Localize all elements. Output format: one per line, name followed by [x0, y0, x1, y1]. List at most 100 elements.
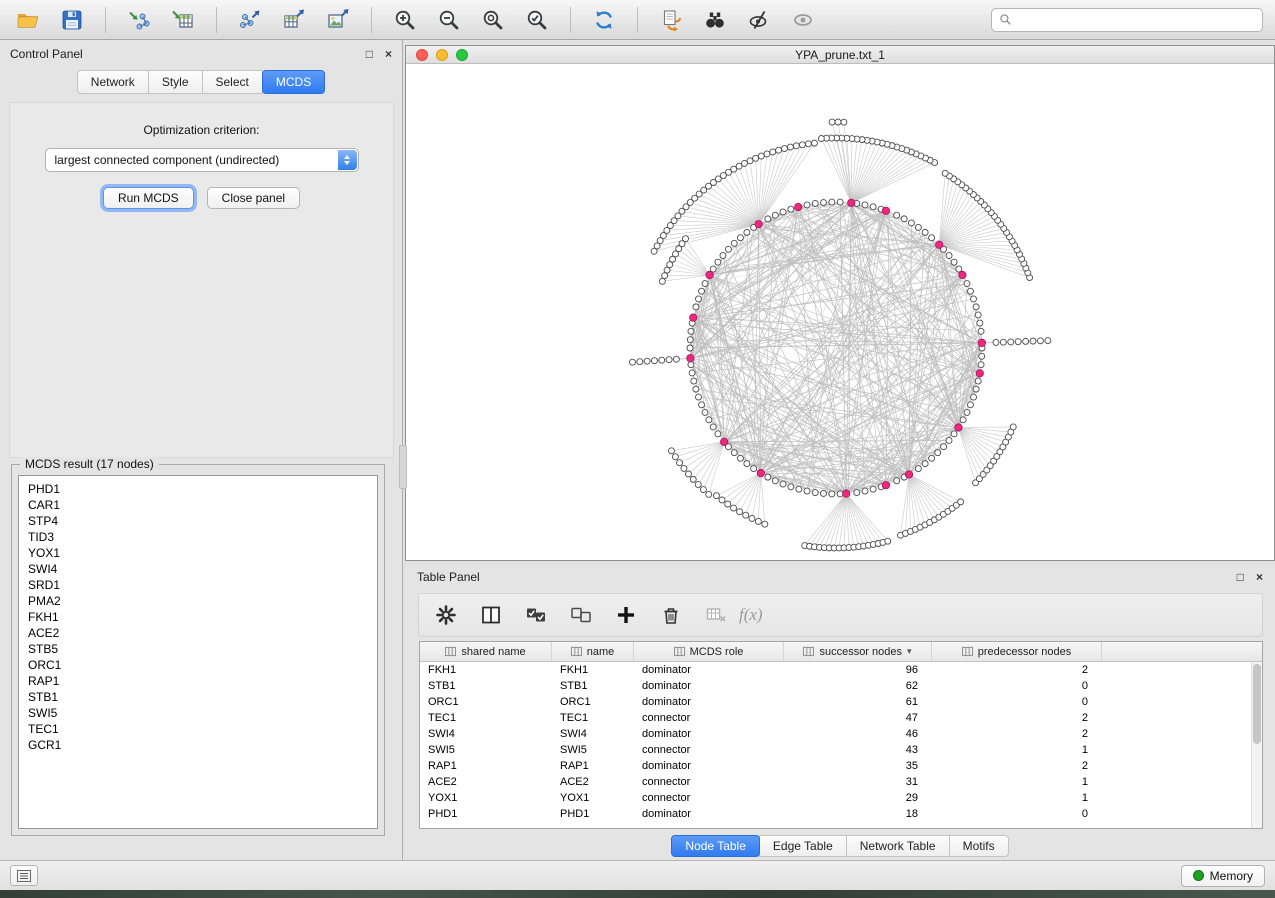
tab-node-table[interactable]: Node Table [671, 835, 760, 857]
panel-splitter-handle[interactable] [399, 445, 407, 489]
table-row[interactable]: RAP1RAP1dominator352 [420, 758, 1262, 774]
tab-select[interactable]: Select [202, 70, 263, 94]
table-row[interactable]: ACE2ACE2connector311 [420, 774, 1262, 790]
mcds-result-list[interactable]: PHD1CAR1STP4TID3YOX1SWI4SRD1PMA2FKH1ACE2… [18, 475, 378, 829]
export-network-button[interactable] [234, 4, 266, 36]
tab-network[interactable]: Network [77, 70, 149, 94]
float-panel-icon[interactable]: □ [1237, 571, 1244, 583]
table-settings-button[interactable] [431, 600, 461, 630]
apply-layout-button[interactable] [588, 4, 620, 36]
zoom-out-button[interactable] [433, 4, 465, 36]
table-cell: SWI4 [420, 728, 552, 740]
mcds-result-item[interactable]: GCR1 [19, 737, 377, 753]
table-row[interactable]: SWI5SWI5connector431 [420, 742, 1262, 758]
optimization-criterion-label: Optimization criterion: [10, 123, 393, 137]
tab-edge-table[interactable]: Edge Table [759, 835, 847, 857]
table-cell: dominator [634, 664, 784, 676]
mcds-result-item[interactable]: STB5 [19, 641, 377, 657]
table-scrollbar[interactable] [1251, 662, 1262, 828]
zoom-in-button[interactable] [389, 4, 421, 36]
mcds-result-item[interactable]: ORC1 [19, 657, 377, 673]
column-header-successor-nodes[interactable]: successor nodes▾ [784, 642, 932, 661]
import-table-button[interactable] [167, 4, 199, 36]
network-view[interactable] [406, 65, 1274, 560]
tab-mcds[interactable]: MCDS [262, 70, 325, 94]
visual-properties-button[interactable] [743, 4, 775, 36]
column-header-name[interactable]: name [552, 642, 634, 661]
function-builder-button[interactable]: f(x) [739, 605, 763, 625]
export-table-button[interactable] [278, 4, 310, 36]
close-panel-icon[interactable]: × [385, 48, 392, 60]
mcds-result-item[interactable]: ACE2 [19, 625, 377, 641]
table-cell: 2 [932, 664, 1102, 676]
table-row[interactable]: YOX1YOX1connector291 [420, 790, 1262, 806]
mcds-result-item[interactable]: TEC1 [19, 721, 377, 737]
zoom-fit-button[interactable] [477, 4, 509, 36]
export-image-button[interactable] [322, 4, 354, 36]
search-input[interactable] [1018, 13, 1255, 27]
mcds-result-item[interactable]: STP4 [19, 513, 377, 529]
mcds-result-item[interactable]: PMA2 [19, 593, 377, 609]
table-cell: 1 [932, 792, 1102, 804]
search-network-button[interactable] [699, 4, 731, 36]
table-cell: connector [634, 792, 784, 804]
open-file-button[interactable] [12, 4, 44, 36]
window-minimize-button[interactable] [436, 49, 448, 61]
delete-columns-button[interactable] [656, 600, 686, 630]
column-header-MCDS-role[interactable]: MCDS role [634, 642, 784, 661]
column-header-shared-name[interactable]: shared name [420, 642, 552, 661]
table-row[interactable]: TEC1TEC1connector472 [420, 710, 1262, 726]
mcds-result-item[interactable]: FKH1 [19, 609, 377, 625]
scrollbar-thumb[interactable] [1253, 664, 1261, 744]
tab-network-table[interactable]: Network Table [846, 835, 950, 857]
table-row[interactable]: PHD1PHD1dominator180 [420, 806, 1262, 822]
table-row[interactable]: ORC1ORC1dominator610 [420, 694, 1262, 710]
create-column-button[interactable] [611, 600, 641, 630]
table-cell: 43 [784, 744, 932, 756]
run-mcds-button[interactable]: Run MCDS [103, 187, 194, 209]
show-hide-button[interactable] [787, 4, 819, 36]
copy-document-button[interactable] [655, 4, 687, 36]
automation-panel-button[interactable] [10, 865, 38, 886]
table-row[interactable]: SWI4SWI4dominator462 [420, 726, 1262, 742]
mcds-result-item[interactable]: STB1 [19, 689, 377, 705]
sort-chevron-icon: ▾ [907, 646, 912, 657]
mcds-result-item[interactable]: SWI4 [19, 561, 377, 577]
mcds-result-item[interactable]: TID3 [19, 529, 377, 545]
delete-table-button[interactable] [701, 600, 731, 630]
zoom-selected-button[interactable] [521, 4, 553, 36]
table-row[interactable]: FKH1FKH1dominator962 [420, 662, 1262, 678]
tab-motifs[interactable]: Motifs [949, 835, 1009, 857]
deselect-all-rows-button[interactable] [566, 600, 596, 630]
column-header-predecessor-nodes[interactable]: predecessor nodes [932, 642, 1102, 661]
close-panel-icon[interactable]: × [1256, 571, 1263, 583]
mcds-result-item[interactable]: RAP1 [19, 673, 377, 689]
table-cell: 46 [784, 728, 932, 740]
import-network-button[interactable] [123, 4, 155, 36]
table-row[interactable]: STB1STB1dominator620 [420, 678, 1262, 694]
column-header-label: name [587, 646, 615, 658]
window-close-button[interactable] [416, 49, 428, 61]
close-panel-button[interactable]: Close panel [207, 187, 300, 209]
mcds-result-item[interactable]: PHD1 [19, 481, 377, 497]
select-all-rows-button[interactable] [521, 600, 551, 630]
window-maximize-button[interactable] [456, 49, 468, 61]
float-panel-icon[interactable]: □ [366, 48, 373, 60]
application-window: Control Panel □ × NetworkStyleSelectMCDS… [0, 0, 1275, 898]
show-hide-icon [791, 8, 815, 32]
table-cell: dominator [634, 728, 784, 740]
memory-button[interactable]: Memory [1181, 865, 1265, 887]
column-header-label: shared name [461, 646, 525, 658]
criterion-select[interactable]: largest connected component (undirected) [45, 148, 359, 172]
mcds-result-item[interactable]: SWI5 [19, 705, 377, 721]
control-panel: Control Panel □ × NetworkStyleSelectMCDS… [0, 40, 403, 860]
save-session-button[interactable] [56, 4, 88, 36]
show-columns-button[interactable] [476, 600, 506, 630]
table-cell: 1 [932, 744, 1102, 756]
search-box[interactable] [991, 8, 1263, 32]
table-cell: SWI4 [552, 728, 634, 740]
tab-style[interactable]: Style [148, 70, 203, 94]
mcds-result-item[interactable]: CAR1 [19, 497, 377, 513]
mcds-result-item[interactable]: SRD1 [19, 577, 377, 593]
mcds-result-item[interactable]: YOX1 [19, 545, 377, 561]
